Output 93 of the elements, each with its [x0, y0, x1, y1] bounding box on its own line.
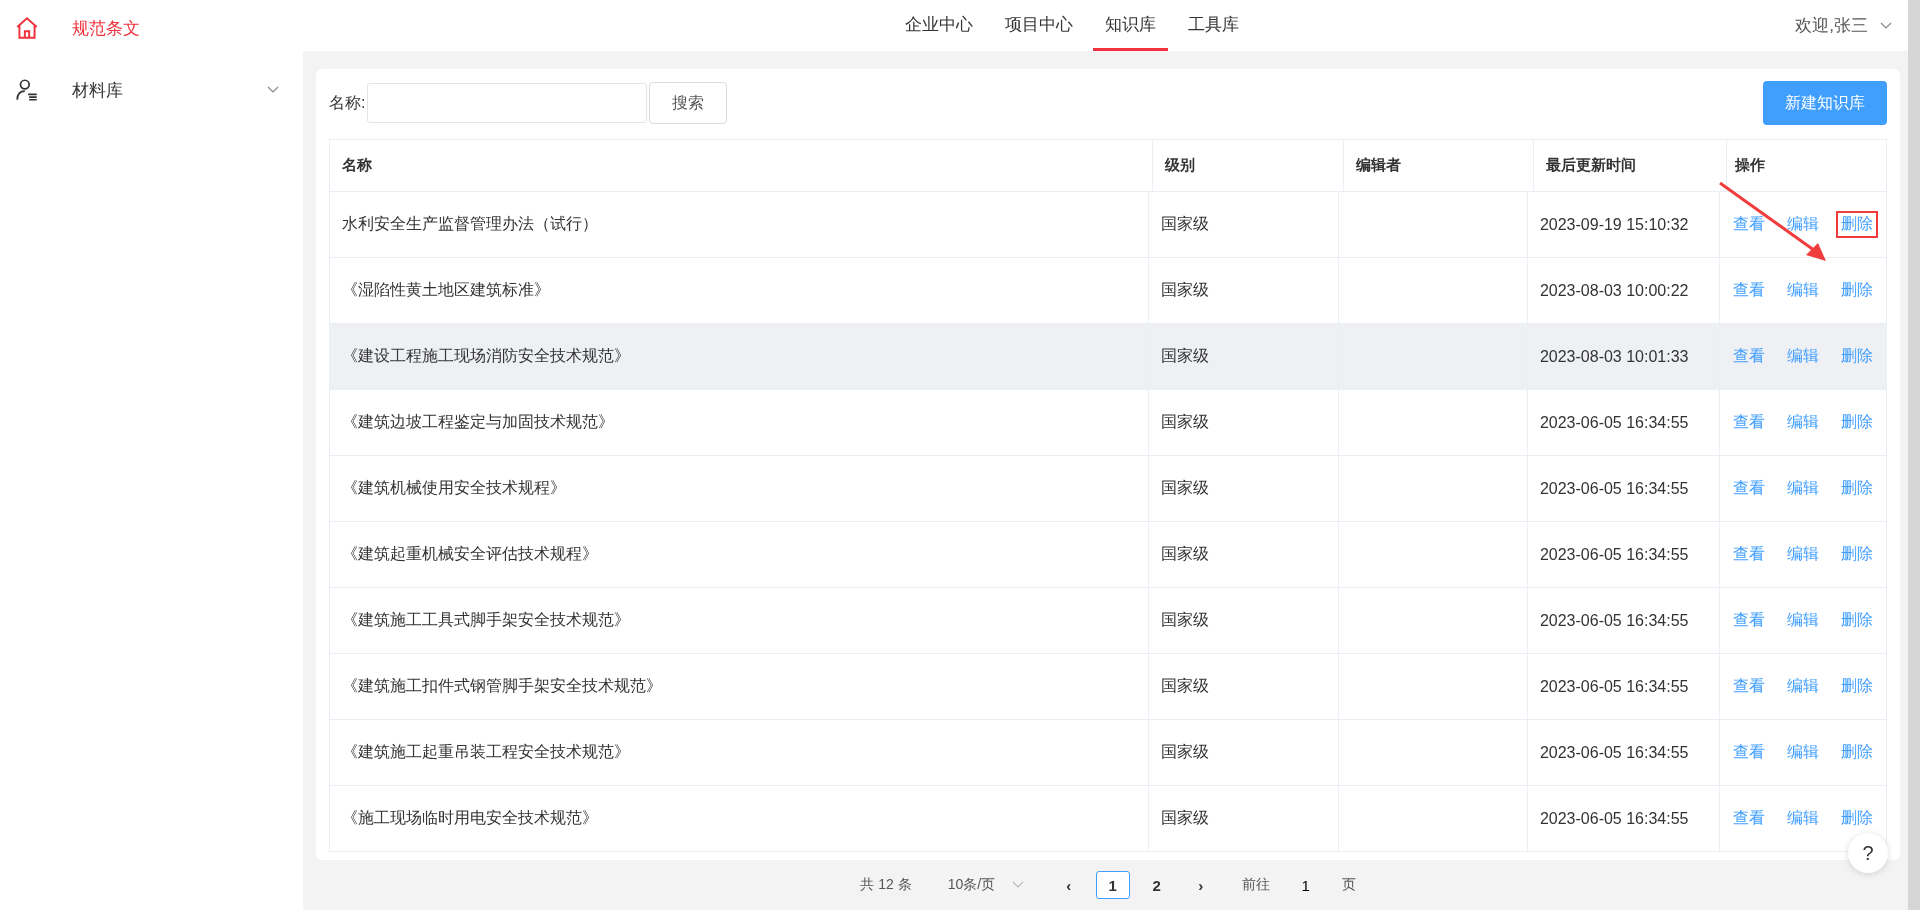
sidebar-item[interactable]: 材料库: [0, 68, 303, 112]
nav-tab[interactable]: 项目中心: [993, 0, 1085, 51]
action-link[interactable]: 查看: [1728, 541, 1770, 568]
action-link[interactable]: 查看: [1728, 343, 1770, 370]
table-cell-text: 《建设工程施工现场消防安全技术规范》: [342, 346, 630, 366]
page-button[interactable]: 1: [1095, 871, 1130, 899]
action-link[interactable]: 删除: [1836, 805, 1878, 832]
table-cell-text: 国家级: [1160, 610, 1209, 630]
action-link[interactable]: 查看: [1728, 805, 1770, 832]
action-link[interactable]: 编辑: [1782, 343, 1824, 370]
action-link[interactable]: 编辑: [1782, 739, 1824, 766]
table-cell-text: 国家级: [1160, 412, 1209, 432]
table-cell-text: 《建筑机械使用安全技术规程》: [342, 478, 566, 498]
action-link[interactable]: 编辑: [1782, 673, 1824, 700]
total-count: 共 12 条: [860, 876, 912, 894]
table-row[interactable]: 《建设工程施工现场消防安全技术规范》 国家级 2023-08-03 10:01:33 查看 编辑 删除: [330, 323, 1886, 389]
scrollbar[interactable]: [1908, 0, 1920, 910]
table-row[interactable]: 《建筑施工起重吊装工程安全技术规范》 国家级 2023-06-05 16:34:55 查看 编辑 删除: [330, 719, 1886, 785]
column-header: 名称: [330, 140, 1153, 191]
field-label: 名称:: [329, 92, 366, 113]
table-cell-text: 《建筑施工工具式脚手架安全技术规范》: [342, 610, 630, 630]
table-cell-text: 《建筑施工扣件式钢管脚手架安全技术规范》: [342, 676, 662, 696]
action-link[interactable]: 删除: [1836, 475, 1878, 502]
action-link[interactable]: 编辑: [1782, 277, 1824, 304]
action-link[interactable]: 编辑: [1782, 607, 1824, 634]
table-cell: 2023-06-05 16:34:55: [1539, 611, 1689, 630]
action-link[interactable]: 查看: [1728, 211, 1770, 238]
table-cell: 2023-08-03 10:01:33: [1539, 347, 1689, 366]
action-link[interactable]: 编辑: [1782, 409, 1824, 436]
table-row[interactable]: 水利安全生产监督管理办法（试行） 国家级 2023-09-19 15:10:32 查看 编辑 删除: [330, 191, 1886, 257]
chevron-icon: [1011, 881, 1024, 889]
table-cell-text: 国家级: [1160, 808, 1209, 828]
chevron-icon: [1880, 21, 1892, 30]
table-cell: 2023-08-03 10:00:22: [1539, 281, 1689, 300]
action-link[interactable]: 删除: [1836, 673, 1878, 700]
action-link[interactable]: 查看: [1728, 475, 1770, 502]
table-cell-text: 《施工现场临时用电安全技术规范》: [342, 808, 598, 828]
action-link[interactable]: 查看: [1728, 739, 1770, 766]
table-cell-text: 国家级: [1160, 346, 1209, 366]
action-link[interactable]: 查看: [1728, 277, 1770, 304]
table-cell-text: 《建筑起重机械安全评估技术规程》: [342, 544, 598, 564]
table-row[interactable]: 《建筑施工扣件式钢管脚手架安全技术规范》 国家级 2023-06-05 16:34:55 查看 编辑 删除: [330, 653, 1886, 719]
column-header: 编辑者: [1344, 140, 1534, 191]
table-cell: 2023-06-05 16:34:55: [1539, 677, 1689, 696]
home-icon: [14, 15, 40, 41]
search-button[interactable]: 搜索: [649, 82, 728, 124]
action-link[interactable]: 查看: [1728, 673, 1770, 700]
action-link[interactable]: 删除: [1836, 541, 1878, 568]
action-link[interactable]: 编辑: [1782, 211, 1824, 238]
column-header: 操作: [1734, 155, 1766, 175]
help-button[interactable]: ?: [1848, 833, 1888, 873]
table-cell: 2023-06-05 16:34:55: [1539, 479, 1689, 498]
table-cell-text: 《建筑边坡工程鉴定与加固技术规范》: [342, 412, 614, 432]
action-link[interactable]: 编辑: [1782, 541, 1824, 568]
table-cell: 2023-06-05 16:34:55: [1539, 743, 1689, 762]
column-header: 级别: [1153, 140, 1344, 191]
goto-label: 前往: [1241, 876, 1270, 894]
action-link[interactable]: 删除: [1836, 739, 1878, 766]
action-link[interactable]: 删除: [1836, 277, 1878, 304]
table-cell-text: 国家级: [1160, 280, 1209, 300]
table-cell-text: 国家级: [1160, 478, 1209, 498]
nav-tab[interactable]: 企业中心: [893, 0, 985, 51]
table-cell-text: 国家级: [1160, 676, 1209, 696]
action-link[interactable]: 查看: [1728, 409, 1770, 436]
table-cell: 2023-06-05 16:34:55: [1539, 545, 1689, 564]
table-row[interactable]: 《建筑机械使用安全技术规程》 国家级 2023-06-05 16:34:55 查看 编辑 删除: [330, 455, 1886, 521]
name-input-field[interactable]: [367, 83, 648, 123]
table-cell-text: 《湿陷性黄土地区建筑标准》: [342, 280, 550, 300]
create-button[interactable]: 新建知识库: [1763, 81, 1887, 125]
table-row[interactable]: 《建筑边坡工程鉴定与加固技术规范》 国家级 2023-06-05 16:34:55 查看 编辑 删除: [330, 389, 1886, 455]
table-cell: 2023-09-19 15:10:32: [1539, 215, 1689, 234]
action-link[interactable]: 编辑: [1782, 475, 1824, 502]
table-row[interactable]: 《建筑起重机械安全评估技术规程》 国家级 2023-06-05 16:34:55 查看 编辑 删除: [330, 521, 1886, 587]
user-menu[interactable]: 欢迎,张三: [1795, 14, 1892, 37]
table-cell-text: 国家级: [1160, 544, 1209, 564]
table-cell: 2023-06-05 16:34:55: [1539, 413, 1689, 432]
table-cell-text: 国家级: [1160, 214, 1209, 234]
table-cell-text: 国家级: [1160, 742, 1209, 762]
action-link[interactable]: 删除: [1836, 343, 1878, 370]
action-link[interactable]: 删除: [1836, 211, 1878, 238]
action-link[interactable]: 删除: [1836, 607, 1878, 634]
sidebar-item[interactable]: 规范条文: [0, 6, 303, 50]
user-list-icon: [14, 77, 40, 103]
page-suffix: 页: [1341, 876, 1356, 894]
table-cell-text: 《建筑施工起重吊装工程安全技术规范》: [342, 742, 630, 762]
action-link[interactable]: 查看: [1728, 607, 1770, 634]
action-link[interactable]: 编辑: [1782, 805, 1824, 832]
table-cell: 2023-06-05 16:34:55: [1539, 809, 1689, 828]
table-cell-text: 水利安全生产监督管理办法（试行）: [342, 214, 598, 234]
action-link[interactable]: 删除: [1836, 409, 1878, 436]
nav-tab[interactable]: 工具库: [1176, 0, 1251, 51]
column-header: 最后更新时间: [1534, 140, 1727, 191]
table-row[interactable]: 《建筑施工工具式脚手架安全技术规范》 国家级 2023-06-05 16:34:55 查看 编辑 删除: [330, 587, 1886, 653]
